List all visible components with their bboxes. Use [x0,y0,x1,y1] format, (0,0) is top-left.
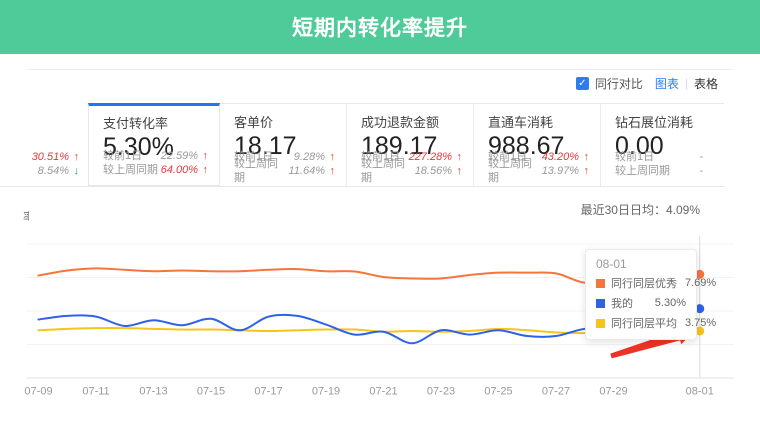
trend-arrow-icon [579,164,589,178]
trend-arrow-icon [69,150,79,164]
compare-label: 同行对比 [595,75,643,92]
trend-arrow-icon [198,163,208,177]
compare-checkbox-icon[interactable]: ✓ [576,77,589,90]
x-axis-tick-label: 07-23 [427,386,455,398]
view-toggle-chart[interactable]: 图表 [655,75,679,92]
metric-delta-row: 较上周同期 11.64% [234,164,335,178]
x-axis-tick-label: 07-09 [24,386,52,398]
metric-title: 成功退款金额 [361,112,473,131]
metric-card-partial[interactable]: 30.51% 8.54% [0,103,85,186]
tooltip-row: 我的 5.30% [596,295,686,311]
trend-arrow-icon [452,150,462,164]
x-axis-tick-label: 07-19 [312,386,340,398]
metric-delta-row: 较上周同期 64.00% [103,163,208,177]
metric-card-diamond-cost[interactable]: 钻石展位消耗 0.00 较前1日 - 较上周同期 - [600,103,724,186]
metric-title: 客单价 [234,112,346,131]
series-swatch-icon [596,319,605,328]
trend-arrow-icon [325,164,335,178]
page-title: 短期内转化率提升 [292,12,468,42]
x-axis-tick-label: 08-01 [686,386,714,398]
trend-arrow-icon [452,164,462,178]
metric-card-ztc-cost[interactable]: 直通车消耗 988.67 较前1日 43.20% 较上周同期 13.97% [473,103,600,186]
x-axis-tick-label: 07-17 [254,386,282,398]
metric-title: 直通车消耗 [488,112,600,131]
metric-delta-row: 较前1日 22.59% [103,149,208,163]
metric-delta-row: 较上周同期 13.97% [488,164,589,178]
trend-arrow-icon [198,149,208,163]
series-swatch-icon [596,299,605,308]
x-axis-tick-label: 07-21 [369,386,397,398]
tooltip-date: 08-01 [596,257,686,271]
x-axis-tick-label: 07-13 [139,386,167,398]
metric-cards-row: 30.51% 8.54% 支付转化率 5.30% 较前1日 22.59% 较上周… [0,103,724,187]
metric-delta-row: 30.51% [4,150,79,164]
x-axis-tick-label: 07-29 [599,386,627,398]
metric-delta-row: 较上周同期 - [615,164,713,178]
tooltip-row: 同行同层优秀 7.69% [596,275,686,291]
x-axis-tick-label: 07-25 [484,386,512,398]
trend-arrow-icon [579,150,589,164]
view-toggle-divider: | [685,76,688,90]
metric-card-pay-conversion[interactable]: 支付转化率 5.30% 较前1日 22.59% 较上周同期 64.00% [88,103,220,186]
page-banner: 短期内转化率提升 [0,0,760,54]
view-controls: ✓ 同行对比 图表 | 表格 [576,75,718,91]
metric-card-refund-amount[interactable]: 成功退款金额 189.17 较前1日 227.28% 较上周同期 18.56% [346,103,473,186]
x-axis-tick-label: 07-15 [197,386,225,398]
panel-top-divider [28,69,732,70]
metric-delta-row: 较上周同期 18.56% [361,164,462,178]
metric-delta-row: 8.54% [4,164,79,178]
metric-delta-row: 较前1日 - [615,150,713,164]
trend-arrow-icon [325,150,335,164]
series-swatch-icon [596,279,605,288]
metric-card-avg-order-value[interactable]: 客单价 18.17 较前1日 9.28% 较上周同期 11.64% [220,103,346,186]
chart-tooltip: 08-01 同行同层优秀 7.69% 我的 5.30% 同行同层平均 3.75% [585,249,697,340]
view-toggle-table[interactable]: 表格 [694,75,718,92]
x-axis-tick-label: 07-11 [82,386,109,398]
trend-arrow-icon [69,164,79,178]
metric-title: 支付转化率 [103,113,219,132]
tooltip-row: 同行同层平均 3.75% [596,315,686,331]
x-axis-tick-label: 07-27 [542,386,570,398]
metric-title: 钻石展位消耗 [615,112,724,131]
